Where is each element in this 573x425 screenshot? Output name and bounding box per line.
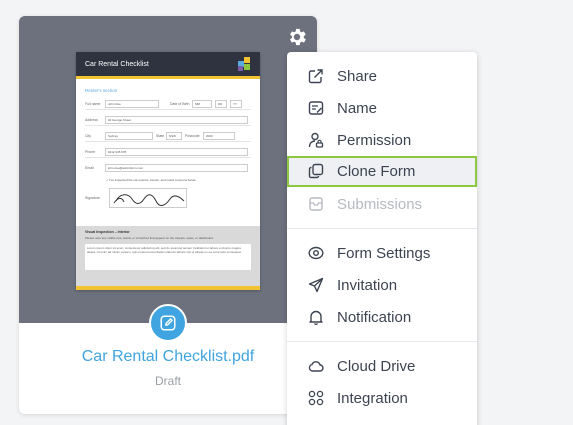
thumbnail-section-title: Renter's section xyxy=(85,88,118,93)
field-label: Date of Birth xyxy=(170,101,190,106)
form-status: Draft xyxy=(154,374,181,388)
field-value: YY xyxy=(230,99,242,108)
menu-item-permission[interactable]: Permission xyxy=(287,125,477,156)
menu-item-notification[interactable]: Notification xyxy=(287,302,477,333)
field-value: john.doe@adminform.com xyxy=(104,164,248,172)
integration-grid-icon xyxy=(308,390,324,406)
menu-item-label: Permission xyxy=(337,132,412,149)
inspection-subtitle: Please note any visible rips, stains, or… xyxy=(85,236,213,240)
field-label: Postcode xyxy=(185,133,200,138)
rename-icon xyxy=(308,101,324,115)
field-label: City xyxy=(85,133,92,138)
clone-icon xyxy=(308,163,324,179)
checkbox-text: I've inspected the car exterior, interio… xyxy=(109,178,196,182)
form-thumbnail: Car Rental Checklist Renter's section Fu… xyxy=(76,52,260,290)
menu-item-label: Share xyxy=(337,68,378,85)
menu-item-integration[interactable]: Integration xyxy=(287,383,477,414)
form-name-link[interactable]: Car Rental Checklist.pdf xyxy=(19,348,317,366)
thumbnail-row: Full name John Doe Date of Birth MM DD Y… xyxy=(85,98,251,110)
thumbnail-row: Email john.doe@adminform.com xyxy=(85,162,251,174)
inspection-title: Visual Inspection – Interior xyxy=(85,230,130,234)
thumbnail-row: City Sydney State NSW Postcode 2000 xyxy=(85,130,251,142)
thumbnail-row: Phone 0412 345 678 xyxy=(85,146,251,158)
field-label: Signature xyxy=(85,196,100,200)
menu-item-label: Invitation xyxy=(337,277,398,294)
menu-item-label: Submissions xyxy=(337,196,423,213)
field-label: Full name xyxy=(85,101,101,106)
field-value: NSW xyxy=(166,131,182,140)
bell-icon xyxy=(309,310,323,325)
field-value: John Doe xyxy=(105,99,159,108)
edit-pencil-icon xyxy=(160,315,176,331)
menu-item-label: Notification xyxy=(337,309,412,326)
thumbnail-header: Car Rental Checklist xyxy=(76,52,260,79)
field-label: Address xyxy=(85,117,98,122)
user-lock-icon xyxy=(308,132,324,148)
cloud-icon xyxy=(308,361,324,372)
thumbnail-footer-bar xyxy=(76,286,260,290)
menu-item-form-settings[interactable]: Form Settings xyxy=(287,238,477,269)
menu-item-label: Clone Form xyxy=(337,163,416,180)
form-preview-area[interactable]: Car Rental Checklist Renter's section Fu… xyxy=(19,16,317,323)
menu-item-clone-form[interactable]: Clone Form xyxy=(287,156,477,187)
menu-item-label: Integration xyxy=(337,390,408,407)
form-context-menu: Share Name Permission Clone Form Submiss… xyxy=(287,52,477,425)
menu-item-label: Name xyxy=(337,100,378,117)
menu-item-label: Form Settings xyxy=(337,245,431,262)
menu-item-submissions[interactable]: Submissions xyxy=(287,189,477,220)
field-value: 2000 xyxy=(203,131,235,140)
thumbnail-signature-row: Signature xyxy=(85,187,251,209)
field-value: DD xyxy=(215,99,227,108)
brand-logo-icon xyxy=(238,57,251,71)
inspection-textbox: Lorem ipsum dolor sit amet, consectetur … xyxy=(85,244,251,270)
thumbnail-inspection-section: Visual Inspection – Interior Please note… xyxy=(76,226,260,286)
menu-item-share[interactable]: Share xyxy=(287,61,477,92)
field-label: State xyxy=(156,133,165,138)
field-label: Phone xyxy=(85,149,96,154)
send-icon xyxy=(308,277,324,293)
thumbnail-row: Address 32 George Street xyxy=(85,114,251,126)
share-icon xyxy=(308,69,323,84)
menu-item-name[interactable]: Name xyxy=(287,93,477,124)
signature-box xyxy=(109,188,187,208)
field-value: 0412 345 678 xyxy=(104,147,248,156)
eye-settings-icon xyxy=(308,246,324,260)
signature-scribble xyxy=(113,194,185,206)
field-value: MM xyxy=(192,99,212,108)
menu-item-cloud-drive[interactable]: Cloud Drive xyxy=(287,351,477,382)
menu-item-invitation[interactable]: Invitation xyxy=(287,270,477,301)
menu-divider xyxy=(287,341,477,342)
field-label: Email xyxy=(85,166,94,170)
thumbnail-checkbox-line: ✓ I've inspected the car exterior, inter… xyxy=(106,178,196,182)
form-card[interactable]: Car Rental Checklist Renter's section Fu… xyxy=(19,16,317,414)
field-value: 32 George Street xyxy=(104,115,248,124)
submissions-icon xyxy=(309,197,323,211)
menu-divider xyxy=(287,228,477,229)
gear-icon[interactable] xyxy=(286,26,308,48)
menu-item-label: Cloud Drive xyxy=(337,358,416,375)
thumbnail-title: Car Rental Checklist xyxy=(85,60,149,68)
edit-form-button[interactable] xyxy=(149,304,187,342)
field-value: Sydney xyxy=(105,131,153,140)
